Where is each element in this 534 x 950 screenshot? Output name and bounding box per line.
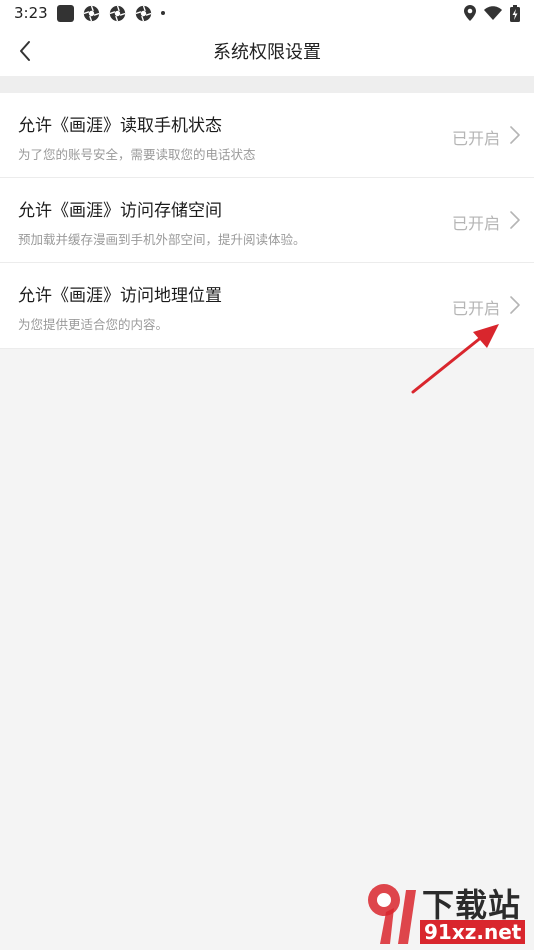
battery-charging-icon: [510, 4, 520, 22]
permission-row-location[interactable]: 允许《画涯》访问地理位置 为您提供更适合您的内容。 已开启: [0, 263, 534, 349]
chevron-right-icon: [510, 211, 520, 229]
permission-status: 已开启: [451, 129, 500, 148]
nav-bar: 系统权限设置: [0, 26, 534, 76]
location-pin-icon: [464, 5, 476, 21]
permission-row-storage[interactable]: 允许《画涯》访问存储空间 预加载并缓存漫画到手机外部空间，提升阅读体验。 已开启: [0, 178, 534, 263]
notification-aperture-icon: [83, 5, 100, 21]
permission-status: 已开启: [451, 299, 500, 318]
permission-description: 为了您的账号安全，需要读取您的电话状态: [18, 147, 256, 162]
permission-list: 允许《画涯》读取手机状态 为了您的账号安全，需要读取您的电话状态 已开启 允许《…: [0, 93, 534, 349]
wifi-icon: [484, 6, 502, 20]
status-bar: 3:23: [0, 0, 534, 26]
permission-title: 允许《画涯》读取手机状态: [18, 116, 222, 136]
permission-title: 允许《画涯》访问地理位置: [18, 286, 222, 306]
watermark-logo-icon: [368, 884, 416, 944]
notification-app-icon: [56, 4, 74, 22]
watermark: 下载站 91xz.net: [360, 878, 530, 948]
status-time: 3:23: [14, 4, 48, 22]
chevron-left-icon: [20, 41, 30, 61]
chevron-right-icon: [510, 296, 520, 314]
chevron-right-icon: [510, 126, 520, 144]
page-title: 系统权限设置: [213, 42, 321, 63]
status-left: 3:23: [14, 4, 165, 22]
permission-status: 已开启: [451, 214, 500, 233]
notification-aperture-icon: [109, 5, 126, 21]
back-button[interactable]: [10, 36, 40, 66]
permission-description: 为您提供更适合您的内容。: [18, 317, 169, 332]
section-divider: [0, 76, 534, 93]
notification-aperture-icon: [135, 5, 152, 21]
permission-description: 预加载并缓存漫画到手机外部空间，提升阅读体验。: [18, 232, 306, 247]
permission-title: 允许《画涯》访问存储空间: [18, 201, 222, 221]
permission-row-phone-state[interactable]: 允许《画涯》读取手机状态 为了您的账号安全，需要读取您的电话状态 已开启: [0, 93, 534, 178]
watermark-domain: 91xz.net: [420, 920, 526, 944]
more-notifications-dot: [160, 11, 165, 15]
status-right: [464, 4, 520, 22]
